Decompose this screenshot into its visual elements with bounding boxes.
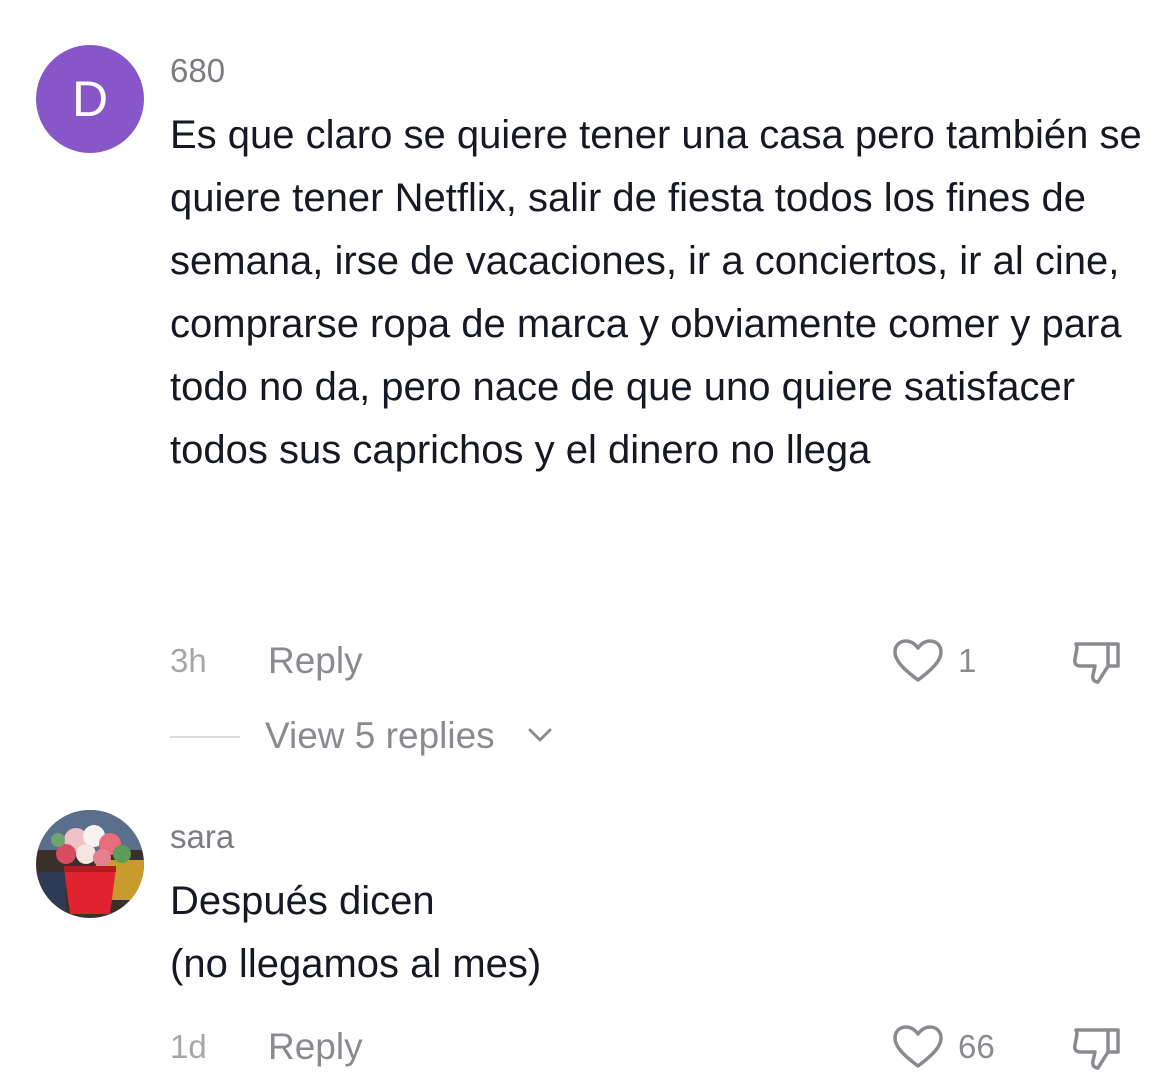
comment-timestamp: 1d [170,1028,207,1065]
comment-text: Es que claro se quiere tener una casa pe… [170,113,1142,472]
avatar-photo [36,810,144,918]
comment-actions: 3h Reply 1 [170,636,1130,686]
heart-outline-icon [893,639,943,682]
avatar[interactable] [36,810,144,918]
thumbs-down-icon [1073,1028,1120,1070]
view-replies-label: View 5 replies [265,715,495,756]
thumbs-down-icon [1073,642,1120,684]
dislike-button[interactable] [1070,1022,1124,1072]
comment-text-line: (no llegamos al mes) [170,942,542,986]
comment-username[interactable]: sara [170,818,234,856]
dislike-button[interactable] [1070,636,1124,686]
like-count: 66 [958,1028,995,1065]
comment-item: sara Después dicen (no llegamos al mes) … [0,780,1169,1076]
comment-actions: 1d Reply 66 [170,1022,1130,1072]
comment-timestamp: 3h [170,642,207,679]
comment-username[interactable]: 680 [170,52,225,90]
reply-button[interactable]: Reply [268,1022,363,1072]
avatar[interactable]: D [36,45,144,153]
comment-text-line: Después dicen [170,879,435,923]
chevron-down-icon [528,728,552,742]
heart-outline-icon [893,1025,943,1068]
like-count: 1 [958,642,977,679]
reply-button[interactable]: Reply [268,636,363,686]
comment-text: Después dicen (no llegamos al mes) [170,870,1150,996]
comment-item: D 680 Es que claro se quiere tener una c… [0,0,1169,780]
divider-line [170,736,240,738]
